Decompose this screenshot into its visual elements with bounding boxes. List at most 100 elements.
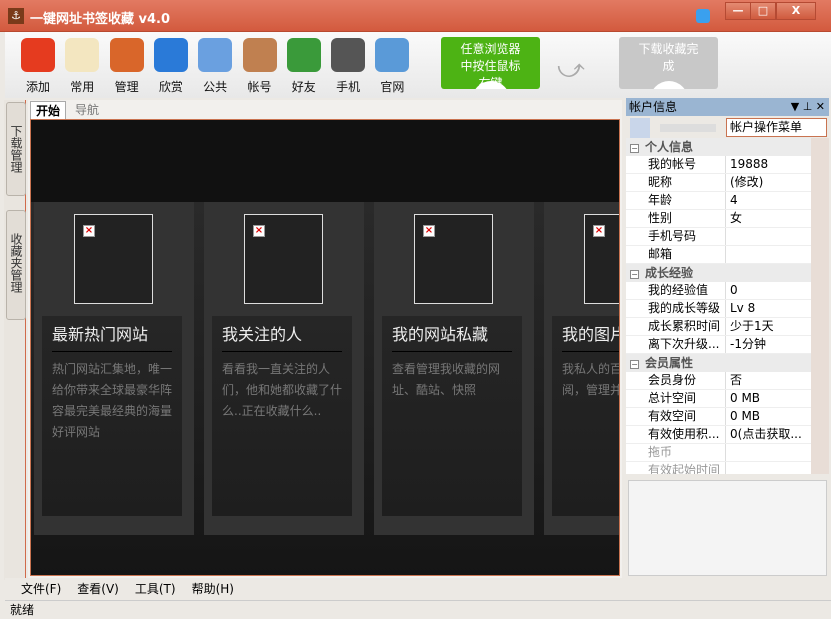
- toolbar: 添加 常用 管理 欣赏 公共 帐号 好友 手机 官网 任意浏览器中按住鼠标右键1 下载收藏完成 2 ⤻: [5, 32, 831, 98]
- toolbar-button-globe[interactable]: 欣赏: [150, 34, 192, 96]
- property-name: 总计空间: [626, 390, 726, 407]
- toolbar-button-label: 添加: [25, 80, 50, 94]
- minimize-button[interactable]: —: [725, 2, 751, 20]
- window-title: 一键网址书签收藏 v4.0: [30, 12, 171, 27]
- card-title: 最新热门网站: [52, 322, 172, 352]
- avatar[interactable]: [630, 118, 650, 138]
- card[interactable]: × 我的图片我私人的百集，您可以阅，管理并您需要操作: [544, 202, 619, 535]
- card-title: 我的图片: [562, 322, 619, 352]
- property-row[interactable]: 成长累积时间 少于1天: [626, 318, 829, 336]
- toolbar-button-cabinet[interactable]: 管理: [106, 34, 148, 96]
- property-row[interactable]: 手机号码: [626, 228, 829, 246]
- broken-image-x: ×: [593, 225, 605, 237]
- property-row[interactable]: 性别女: [626, 210, 829, 228]
- property-row[interactable]: 离下次升级... -1分钟: [626, 336, 829, 354]
- skin-shirt-icon[interactable]: [696, 9, 710, 23]
- toolbar-button-user[interactable]: 帐号: [239, 34, 281, 96]
- property-row[interactable]: 我的经验值 0: [626, 282, 829, 300]
- toolbar-button-label: 欣赏: [158, 80, 183, 94]
- account-panel-title: 帐户信息: [629, 100, 678, 114]
- collapse-icon[interactable]: −: [630, 270, 639, 279]
- property-row[interactable]: 总计空间 0 MB: [626, 390, 829, 408]
- step-2: 下载收藏完成 2: [619, 37, 718, 89]
- close-button[interactable]: X: [776, 2, 816, 20]
- property-row[interactable]: 会员身份否: [626, 372, 829, 390]
- card-title: 我关注的人: [222, 322, 342, 352]
- toolbar-button-phone[interactable]: 手机: [327, 34, 369, 96]
- toolbar-button-plus[interactable]: 添加: [17, 34, 59, 96]
- side-tab-label: 下载管理: [9, 125, 23, 173]
- maximize-button[interactable]: □: [750, 2, 776, 20]
- property-row[interactable]: 我的成长等级 Lv 8: [626, 300, 829, 318]
- toolbar-button-network[interactable]: 公共: [194, 34, 236, 96]
- property-name: 有效使用积...: [626, 426, 726, 443]
- toolbar-button-label: 管理: [114, 80, 139, 94]
- toolbar-button-label: 官网: [380, 80, 405, 94]
- step-number: 2: [649, 81, 688, 89]
- property-row[interactable]: 有效空间 0 MB: [626, 408, 829, 426]
- broken-image-icon: ×: [244, 214, 323, 304]
- property-name: 有效空间: [626, 408, 726, 425]
- menu-item[interactable]: 文件(F): [21, 582, 61, 596]
- arrow-icon: ⤻: [557, 54, 585, 84]
- card-body: 我关注的人看看我一直关注的人们，他和她都收藏了什么..正在收藏什么..: [212, 316, 352, 516]
- globe-icon: [153, 38, 188, 72]
- card-description: 热门网站汇集地，唯一给你带来全球最豪华阵容最完美最经典的海量好评网站: [52, 362, 173, 439]
- panel-controls[interactable]: ▼ ⊥ ✕: [791, 98, 825, 116]
- card-body: 我的网站私藏 查看管理我收藏的网址、酷站、快照: [382, 316, 522, 516]
- menu-item[interactable]: 工具(T): [135, 582, 176, 596]
- lock-username: [660, 124, 716, 132]
- anchor-icon: ⚓: [8, 8, 24, 24]
- section-title: 个人信息: [645, 140, 694, 154]
- toolbar-button-home[interactable]: 官网: [371, 34, 413, 96]
- property-row[interactable]: 拖币: [626, 444, 829, 462]
- property-grid: − 个人信息 我的帐号 19888 昵称 (修改) 年龄 4 性别女手机号码 邮箱 − 成长经验 我的经…: [626, 138, 829, 474]
- network-icon: [198, 38, 233, 72]
- cabinet-icon: [109, 38, 144, 72]
- tab-navigation[interactable]: 导航: [70, 101, 104, 119]
- property-name: 成长累积时间: [626, 318, 726, 335]
- phone-icon: [331, 38, 366, 72]
- toolbar-button-label: 常用: [70, 80, 95, 94]
- step-text: 下载收藏完成: [638, 42, 699, 73]
- menu-item[interactable]: 帮助(H): [192, 582, 234, 596]
- scrollbar[interactable]: [811, 138, 829, 474]
- card-description: 查看管理我收藏的网址、酷站、快照: [392, 362, 501, 397]
- section-header[interactable]: − 成长经验: [626, 264, 829, 282]
- account-panel-header: 帐户信息 ▼ ⊥ ✕: [626, 98, 829, 116]
- toolbar-button-notepad[interactable]: 常用: [61, 34, 103, 96]
- step-1: 任意浏览器中按住鼠标右键1: [441, 37, 540, 89]
- property-row[interactable]: 邮箱: [626, 246, 829, 264]
- toolbar-button-label: 公共: [203, 80, 228, 94]
- toolbar-button-friends[interactable]: 好友: [283, 34, 325, 96]
- property-row[interactable]: 我的帐号 19888: [626, 156, 829, 174]
- property-row[interactable]: 年龄 4: [626, 192, 829, 210]
- collapse-icon[interactable]: −: [630, 360, 639, 369]
- card[interactable]: × 最新热门网站 热门网站汇集地，唯一给你带来全球最豪华阵容最完美最经典的海量好评网…: [34, 202, 194, 535]
- side-tab-favorites-manager[interactable]: 收藏夹管理: [6, 210, 26, 320]
- property-row[interactable]: 有效使用积... 0(点击获取...: [626, 426, 829, 444]
- status-bar: 就绪: [5, 600, 831, 618]
- card[interactable]: × 我关注的人看看我一直关注的人们，他和她都收藏了什么..正在收藏什么..: [204, 202, 364, 535]
- description-box: [628, 480, 827, 576]
- side-tab-download-manager[interactable]: 下载管理: [6, 102, 26, 196]
- property-row[interactable]: 昵称 (修改): [626, 174, 829, 192]
- card[interactable]: × 我的网站私藏 查看管理我收藏的网址、酷站、快照: [374, 202, 534, 535]
- property-name: 有效起始时间: [626, 462, 726, 474]
- card-description: 看看我一直关注的人们，他和她都收藏了什么..正在收藏什么..: [222, 362, 343, 418]
- broken-image-icon: ×: [414, 214, 493, 304]
- friends-icon: [286, 38, 321, 72]
- property-row[interactable]: 有效起始时间: [626, 462, 829, 474]
- user-icon: [242, 38, 277, 72]
- menu-item[interactable]: 查看(V): [77, 582, 119, 596]
- section-header[interactable]: − 个人信息: [626, 138, 829, 156]
- property-name: 昵称: [626, 174, 726, 191]
- broken-image-x: ×: [253, 225, 265, 237]
- account-menu-button[interactable]: 帐户操作菜单: [726, 118, 827, 137]
- section-title: 成长经验: [645, 266, 694, 280]
- tab-start[interactable]: 开始: [30, 101, 67, 119]
- property-name: 性别: [626, 210, 726, 227]
- section-header[interactable]: − 会员属性: [626, 354, 829, 372]
- broken-image-x: ×: [423, 225, 435, 237]
- collapse-icon[interactable]: −: [630, 144, 639, 153]
